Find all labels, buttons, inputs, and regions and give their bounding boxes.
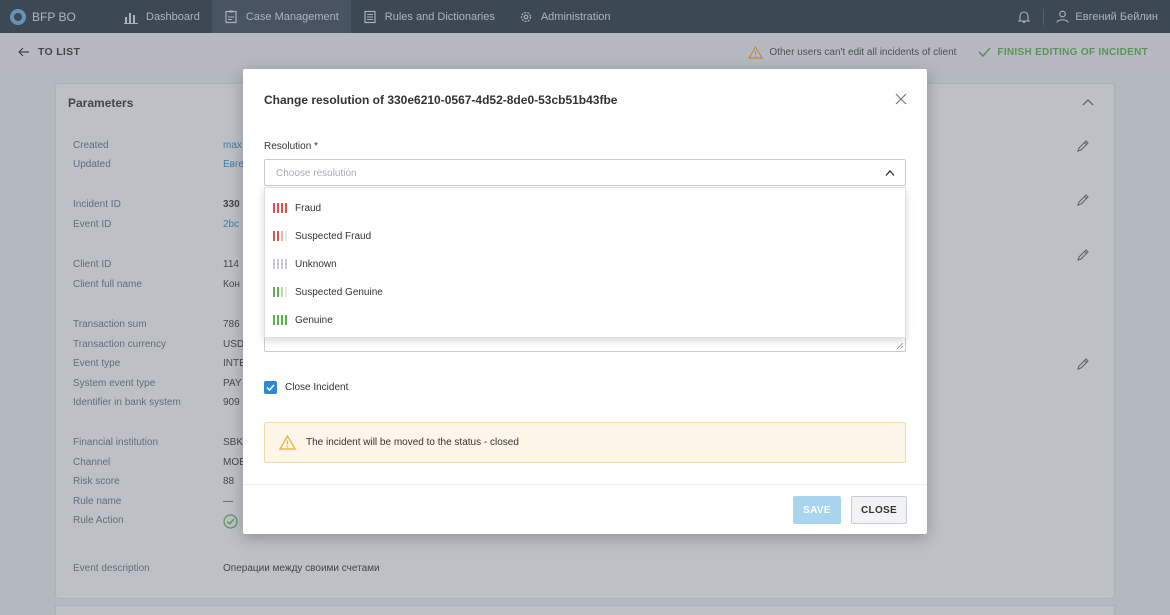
option-label: Unknown (295, 258, 337, 270)
save-button[interactable]: SAVE (793, 496, 841, 524)
resolution-option-fraud[interactable]: Fraud (265, 194, 905, 222)
option-label: Suspected Genuine (295, 286, 383, 298)
severity-bars-icon (273, 287, 287, 297)
resolution-select[interactable]: Choose resolution (264, 159, 906, 186)
severity-bars-icon (273, 315, 287, 325)
resize-handle-icon[interactable] (897, 343, 903, 349)
resolution-option-unknown[interactable]: Unknown (265, 250, 905, 278)
chevron-up-icon (885, 170, 895, 176)
alert-text: The incident will be moved to the status… (306, 437, 519, 448)
option-label: Suspected Fraud (295, 230, 372, 242)
close-icon[interactable] (895, 93, 907, 105)
close-incident-label: Close Incident (285, 382, 349, 393)
close-incident-checkbox[interactable] (264, 381, 277, 394)
change-resolution-dialog: Change resolution of 330e6210-0567-4d52-… (243, 69, 927, 534)
resolution-option-genuine[interactable]: Genuine (265, 306, 905, 334)
status-warning-alert: The incident will be moved to the status… (264, 422, 906, 463)
close-incident-checkbox-row[interactable]: Close Incident (264, 381, 348, 394)
resolution-label: Resolution * (264, 141, 318, 152)
close-button[interactable]: CLOSE (851, 496, 907, 524)
resolution-option-suspected-genuine[interactable]: Suspected Genuine (265, 278, 905, 306)
resolution-dropdown: Fraud Suspected Fraud Unknown Suspected … (264, 187, 906, 338)
footer-divider (243, 484, 927, 485)
resolution-placeholder: Choose resolution (276, 168, 357, 179)
option-label: Genuine (295, 314, 333, 326)
checkmark-icon (266, 384, 275, 391)
option-label: Fraud (295, 202, 322, 214)
resolution-option-suspected-fraud[interactable]: Suspected Fraud (265, 222, 905, 250)
severity-bars-icon (273, 259, 287, 269)
dialog-title: Change resolution of 330e6210-0567-4d52-… (264, 93, 618, 107)
warning-icon (279, 435, 296, 450)
severity-bars-icon (273, 231, 287, 241)
severity-bars-icon (273, 203, 287, 213)
